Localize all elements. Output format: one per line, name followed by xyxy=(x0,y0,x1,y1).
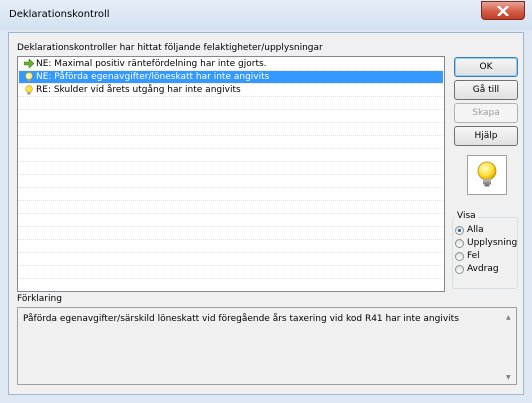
radio-label: Alla xyxy=(467,225,484,235)
scroll-down-icon[interactable]: ▼ xyxy=(506,374,511,381)
window-title: Deklarationskontroll xyxy=(9,9,110,20)
status-indicator xyxy=(467,155,507,195)
arrow-icon xyxy=(24,59,34,69)
radio-dot xyxy=(455,265,464,274)
radio-dot xyxy=(455,239,464,248)
goto-button[interactable]: Gå till xyxy=(454,80,518,100)
dialog-window: Deklarationskontroll Deklarationskontrol… xyxy=(0,0,532,403)
list-item-selected[interactable]: NE: Påförda egenavgifter/löneskatt har i… xyxy=(19,71,443,83)
explanation-box[interactable]: Påförda egenavgifter/särskild löneskatt … xyxy=(17,307,517,385)
list-item-text: RE: Skulder vid årets utgång har inte an… xyxy=(36,85,241,95)
findings-list[interactable]: NE: Maximal positiv räntefördelning har … xyxy=(17,56,445,292)
ok-button[interactable]: OK xyxy=(454,57,518,77)
radio-dot xyxy=(455,252,464,261)
list-item[interactable]: NE: Maximal positiv räntefördelning har … xyxy=(19,58,443,70)
list-item-text: NE: Påförda egenavgifter/löneskatt har i… xyxy=(36,72,270,82)
scroll-up-icon[interactable]: ▲ xyxy=(506,314,511,321)
radio-label: Fel xyxy=(467,251,480,261)
explanation-label: Förklaring xyxy=(17,294,62,304)
title-bar[interactable]: Deklarationskontroll xyxy=(0,0,532,30)
visa-legend: Visa xyxy=(455,211,478,221)
lightbulb-icon xyxy=(477,161,497,187)
close-icon xyxy=(497,6,509,16)
explanation-text: Påförda egenavgifter/särskild löneskatt … xyxy=(23,314,459,324)
radio-label: Avdrag xyxy=(467,264,499,274)
lightbulb-icon xyxy=(25,72,33,82)
radio-label: Upplysning xyxy=(467,238,518,248)
close-button[interactable] xyxy=(481,1,525,20)
list-item-text: NE: Maximal positiv räntefördelning har … xyxy=(36,59,267,69)
list-heading: Deklarationskontroller har hittat följan… xyxy=(17,43,323,53)
radio-dot xyxy=(455,226,464,235)
list-item[interactable]: RE: Skulder vid årets utgång har inte an… xyxy=(19,84,443,96)
lightbulb-icon xyxy=(25,85,33,95)
help-button[interactable]: Hjälp xyxy=(454,126,518,146)
create-button[interactable]: Skapa xyxy=(454,103,518,123)
